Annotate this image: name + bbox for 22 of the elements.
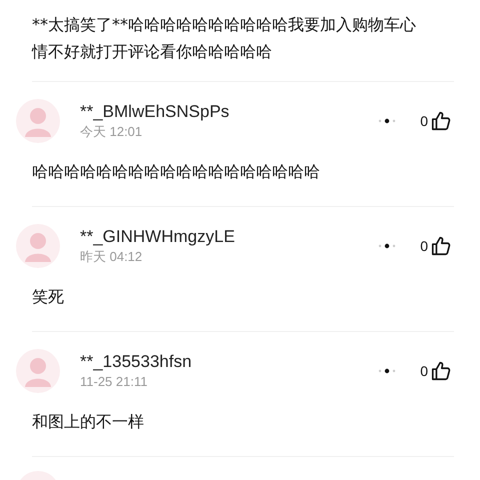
comment-text: 笑死	[32, 286, 65, 308]
username: **_135533hfsn	[80, 351, 193, 373]
username: **_GINHWHmgzyLE	[80, 226, 236, 248]
username: **_BMlwEhSNSpPs	[80, 101, 230, 123]
thumbs-up-icon[interactable]	[430, 235, 452, 257]
thumbs-up-icon[interactable]	[430, 360, 452, 382]
thumbs-up-icon[interactable]	[430, 110, 452, 132]
avatar-icon	[16, 99, 60, 143]
more-icon[interactable]	[378, 368, 396, 374]
like-count: 0	[420, 113, 428, 129]
avatar-icon	[16, 224, 60, 268]
more-icon[interactable]	[378, 243, 396, 249]
timestamp: 11-25 21:11	[80, 373, 148, 391]
post-text: **太搞笑了**哈哈哈哈哈哈哈哈哈哈我要加入购物车心情不好就打开评论看你哈哈哈哈哈	[32, 14, 417, 63]
timestamp: 今天 12:01	[80, 123, 144, 141]
comment-text: 和图上的不一样	[32, 411, 145, 433]
like-count: 0	[420, 238, 428, 254]
timestamp: 昨天 04:12	[80, 248, 144, 266]
like-count: 0	[420, 363, 428, 379]
comment-text: 哈哈哈哈哈哈哈哈哈哈哈哈哈哈哈哈哈哈	[32, 161, 321, 183]
avatar-icon	[16, 349, 60, 393]
more-icon[interactable]	[378, 118, 396, 124]
